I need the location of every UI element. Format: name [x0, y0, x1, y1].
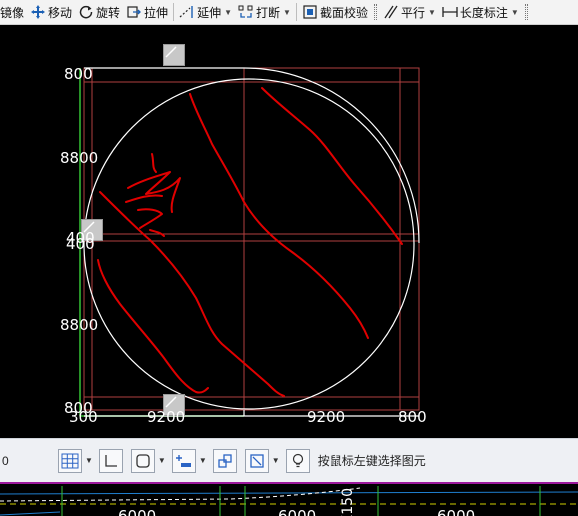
stretch-label: 拉伸: [144, 5, 169, 20]
mirror-button[interactable]: 镜像: [0, 1, 27, 23]
section-check-label: 截面校验: [319, 5, 368, 20]
length-dimension-icon: [442, 4, 458, 20]
lower-label-3: 6000: [437, 507, 476, 516]
grid-snap-button[interactable]: [58, 448, 82, 473]
lower-label-2: 6000: [278, 507, 317, 516]
status-bar: 0 ▼ ▼ ▼ ▼ 按鼠标左键选择图元: [0, 438, 578, 482]
grid-dropdown-icon[interactable]: ▼: [85, 456, 93, 465]
annotation-scribble-4: [137, 208, 163, 229]
dim-label-mid-lower: 8800: [60, 316, 99, 334]
grip-arrow-icon: [165, 46, 177, 58]
ortho-button[interactable]: [98, 448, 123, 473]
hint-lightbulb-button[interactable]: [285, 448, 310, 473]
stretch-icon: [126, 4, 142, 20]
toolbar-grip[interactable]: [373, 4, 377, 20]
outline-circle: [83, 78, 415, 410]
offset-button[interactable]: [212, 448, 237, 473]
offset-icon: [218, 453, 232, 468]
select-filter-dropdown-icon[interactable]: ▼: [272, 456, 280, 465]
edit-toolbar: 镜像 移动 旋转 拉伸 延伸 ▼ 打断 ▼ 截面校验 平行 ▼ 长度标注 ▼: [0, 0, 578, 25]
parallel-dropdown-icon[interactable]: ▼: [428, 8, 436, 17]
outline-top-arc: [84, 67, 420, 244]
toolbar-separator: [295, 3, 297, 21]
stretch-button[interactable]: 拉伸: [123, 1, 171, 23]
move-button[interactable]: 移动: [27, 1, 75, 23]
blue-slope-line: [0, 511, 61, 516]
dim-label-bottom-9200-left: 9200: [147, 408, 186, 426]
extend-label: 延伸: [197, 5, 222, 20]
select-filter-button[interactable]: [244, 448, 269, 473]
annotation-stroke-2: [261, 87, 403, 245]
snap-shape-icon: [136, 453, 150, 468]
axis-lines: [79, 68, 244, 417]
length-dimension-dropdown-icon[interactable]: ▼: [511, 8, 519, 17]
annotation-scribble-5: [149, 229, 165, 237]
extend-icon: [179, 4, 195, 20]
parallel-icon: [383, 4, 399, 20]
extend-dropdown-icon[interactable]: ▼: [224, 8, 232, 17]
annotation-stroke-1: [189, 93, 369, 339]
toolbar-separator: [173, 3, 175, 21]
break-label: 打断: [256, 5, 281, 20]
dim-label-bottom-9200-right: 9200: [307, 408, 346, 426]
annotation-stroke-3: [99, 191, 285, 397]
mirror-label: 镜像: [0, 5, 25, 20]
white-outline: [83, 67, 420, 417]
break-dropdown-icon[interactable]: ▼: [283, 8, 291, 17]
dim-label-center-b: 400: [66, 235, 95, 253]
move-label: 移动: [48, 5, 73, 20]
rotate-label: 旋转: [96, 5, 121, 20]
extend-button[interactable]: 延伸 ▼: [176, 1, 235, 23]
annotation-scribble-2: [127, 171, 181, 213]
annotation-stroke-4: [97, 259, 209, 394]
break-icon: [238, 4, 254, 20]
red-annotations: [97, 87, 403, 397]
dim-label-mid-upper: 8800: [60, 149, 99, 167]
snap-point-icon: [175, 454, 191, 467]
dim-label-bottom-800-right: 800: [398, 408, 427, 426]
lower-label-1: 6000: [118, 507, 157, 516]
snap-point-button[interactable]: [171, 448, 196, 473]
length-dimension-label: 长度标注: [459, 5, 508, 20]
annotation-scribble-3: [125, 194, 163, 203]
length-dimension-button[interactable]: 长度标注 ▼: [439, 1, 522, 23]
grid-icon: [61, 453, 79, 468]
parallel-button[interactable]: 平行 ▼: [380, 1, 439, 23]
dashed-curve: [0, 487, 361, 502]
section-check-button[interactable]: 截面校验: [299, 1, 371, 23]
grid-lines: [83, 67, 420, 411]
dim-label-bottom-300: 300: [69, 408, 98, 426]
rotate-button[interactable]: 旋转: [75, 1, 123, 23]
outer-frame-rect: [83, 67, 420, 411]
grip-arrow-icon: [165, 396, 177, 408]
annotation-scribble-1: [151, 153, 157, 173]
drawing-canvas[interactable]: 800 8800 400 400 8800 800 300 9200 9200 …: [0, 26, 578, 438]
toolbar-grip-end[interactable]: [524, 4, 528, 20]
lower-drawing-strip[interactable]: 6000 6000 6000 0X150: [0, 482, 578, 516]
status-hint-text: 按鼠标左键选择图元: [317, 454, 426, 468]
snap-point-dropdown-icon[interactable]: ▼: [199, 456, 207, 465]
top-grip-handle[interactable]: [163, 44, 185, 66]
dim-label-top-left: 800: [64, 65, 93, 83]
move-icon: [30, 4, 46, 20]
parallel-label: 平行: [400, 5, 425, 20]
ortho-icon: [105, 454, 117, 467]
snap-shape-button[interactable]: [130, 448, 155, 473]
break-button[interactable]: 打断 ▼: [235, 1, 294, 23]
lightbulb-icon: [292, 453, 303, 467]
select-filter-icon: [250, 453, 264, 468]
lower-vertical-text: 0X150: [340, 488, 356, 516]
status-left-value: 0: [2, 453, 9, 468]
blue-line: [0, 491, 578, 495]
snap-shape-dropdown-icon[interactable]: ▼: [158, 456, 166, 465]
rotate-icon: [78, 4, 94, 20]
section-check-icon: [302, 4, 318, 20]
